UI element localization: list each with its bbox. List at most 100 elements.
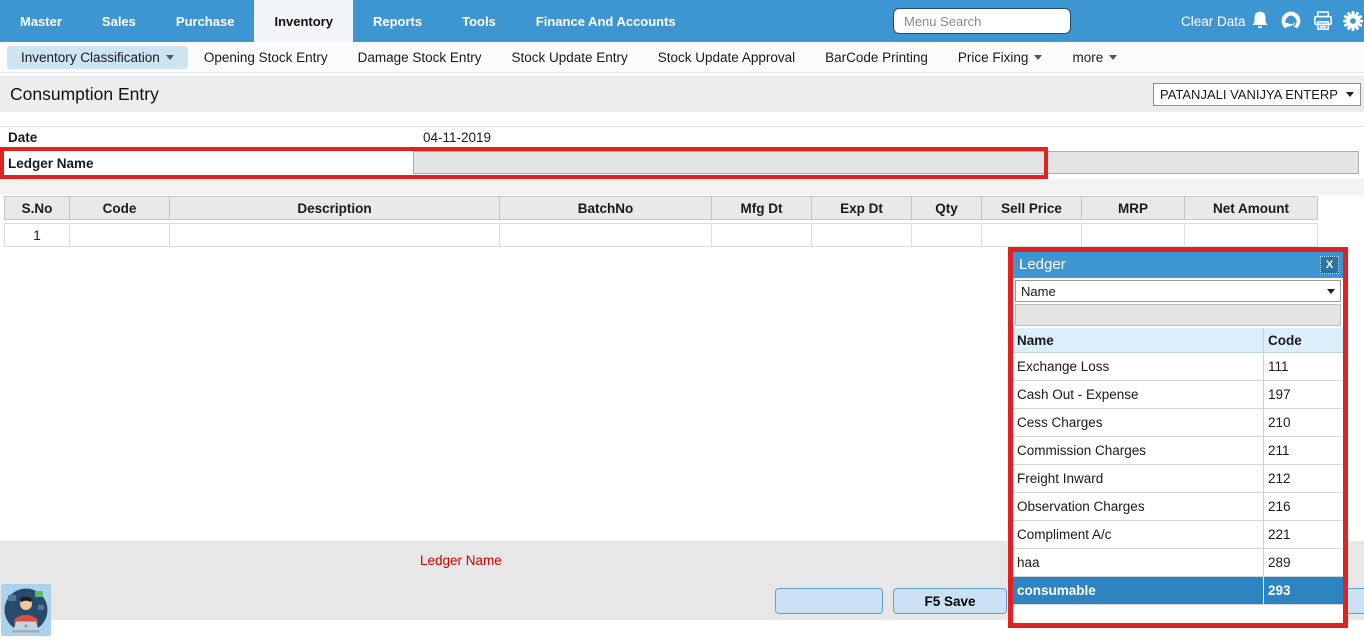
chevron-down-icon — [1346, 92, 1354, 97]
ledger-row-code: 212 — [1263, 465, 1343, 492]
ledger-row-code: 221 — [1263, 521, 1343, 548]
subnav-item-price-fixing[interactable]: Price Fixing — [944, 46, 1057, 69]
chevron-down-icon — [1034, 54, 1043, 60]
printer-icon[interactable] — [1312, 10, 1334, 32]
ledger-row-name: Cash Out - Expense — [1017, 387, 1139, 402]
company-selector-value: PATANJALI VANIJYA ENTERP — [1160, 87, 1338, 102]
column-header-sell-price: Sell Price — [982, 197, 1082, 219]
ledger-popup-title: Ledger — [1019, 256, 1066, 273]
bell-icon[interactable] — [1249, 10, 1271, 32]
menu-search-input[interactable] — [893, 8, 1071, 34]
cell-batchno-input[interactable] — [500, 223, 712, 247]
subnav-item-label: Stock Update Approval — [657, 49, 796, 65]
blank-action-button[interactable] — [775, 588, 883, 614]
ledger-filter-field-value: Name — [1021, 283, 1056, 299]
f5-save-button[interactable]: F5 Save — [893, 588, 1007, 614]
chevron-down-icon — [1327, 288, 1335, 294]
ledger-row-name: Exchange Loss — [1017, 359, 1110, 374]
ledger-table-header: Name Code — [1013, 328, 1343, 353]
consumption-entry-table: S.No Code Description BatchNo Mfg Dt Exp… — [4, 196, 1318, 247]
clear-data-button[interactable]: Clear Data — [1181, 0, 1246, 42]
ledger-selection-popup: Ledger X Name Name Code Exchange Loss 11… — [1008, 247, 1348, 628]
cell-code-input[interactable] — [70, 223, 170, 247]
ledger-search-input[interactable] — [1015, 304, 1341, 326]
ledger-column-name: Name — [1017, 332, 1054, 348]
close-icon[interactable]: X — [1320, 256, 1339, 274]
ledger-row-name: Cess Charges — [1017, 415, 1103, 430]
cell-mrp-input[interactable] — [1082, 223, 1185, 247]
form-divider-strip — [0, 179, 1364, 195]
top-navigation-bar: Master Sales Purchase Inventory Reports … — [0, 0, 1364, 42]
nav-item-sales[interactable]: Sales — [82, 0, 156, 42]
subnav-item-label: Stock Update Entry — [511, 49, 628, 65]
nav-item-purchase[interactable]: Purchase — [156, 0, 255, 42]
nav-item-reports[interactable]: Reports — [353, 0, 442, 42]
ledger-row-freight-inward[interactable]: Freight Inward 212 — [1013, 465, 1343, 493]
nav-item-tools[interactable]: Tools — [442, 0, 516, 42]
subnav-item-label: Inventory Classification — [21, 49, 160, 65]
subnav-item-more[interactable]: more — [1058, 46, 1131, 69]
ledger-row-code: 210 — [1263, 409, 1343, 436]
column-header-exp-dt: Exp Dt — [812, 197, 912, 219]
nav-item-inventory[interactable]: Inventory — [254, 0, 353, 42]
subnav-item-label: Damage Stock Entry — [357, 49, 482, 65]
cell-sno: 1 — [4, 223, 70, 247]
subnav-item-label: Price Fixing — [957, 49, 1029, 65]
ledger-name-hint-text: Ledger Name — [420, 553, 502, 568]
subnav-item-stock-update-entry[interactable]: Stock Update Entry — [497, 46, 641, 69]
subnav-item-opening-stock-entry[interactable]: Opening Stock Entry — [190, 46, 342, 69]
ledger-row-code: 197 — [1263, 381, 1343, 408]
cell-sell-price-input[interactable] — [982, 223, 1082, 247]
ledger-row-code: 216 — [1263, 493, 1343, 520]
subnav-item-inventory-classification[interactable]: Inventory Classification — [7, 45, 188, 69]
support-headset-icon[interactable] — [1280, 10, 1302, 32]
cell-mfg-dt-input[interactable] — [712, 223, 812, 247]
column-header-mrp: MRP — [1082, 197, 1185, 219]
ledger-row-exchange-loss[interactable]: Exchange Loss 111 — [1013, 353, 1343, 381]
entry-table-header: S.No Code Description BatchNo Mfg Dt Exp… — [4, 196, 1318, 220]
ledger-row-code: 293 — [1263, 577, 1343, 604]
ledger-row-compliment-ac[interactable]: Compliment A/c 221 — [1013, 521, 1343, 549]
column-header-sno: S.No — [4, 197, 70, 219]
ledger-row-cess-charges[interactable]: Cess Charges 210 — [1013, 409, 1343, 437]
ledger-row-commission-charges[interactable]: Commission Charges 211 — [1013, 437, 1343, 465]
subnav-item-damage-stock-entry[interactable]: Damage Stock Entry — [344, 46, 496, 69]
column-header-batchno: BatchNo — [500, 197, 712, 219]
chevron-down-icon — [165, 54, 174, 60]
ledger-row-observation-charges[interactable]: Observation Charges 216 — [1013, 493, 1343, 521]
ledger-row-name: haa — [1017, 555, 1040, 570]
column-header-mfg-dt: Mfg Dt — [712, 197, 812, 219]
chevron-down-icon — [1109, 54, 1118, 60]
column-header-code: Code — [70, 197, 170, 219]
subnav-item-barcode-printing[interactable]: BarCode Printing — [811, 46, 942, 69]
column-header-qty: Qty — [912, 197, 982, 219]
ledger-row-code: 289 — [1263, 549, 1343, 576]
subnav-item-stock-update-approval[interactable]: Stock Update Approval — [644, 46, 809, 69]
ledger-row-consumable-selected[interactable]: consumable 293 — [1013, 577, 1343, 605]
row-divider — [0, 126, 1364, 127]
cell-qty-input[interactable] — [912, 223, 982, 247]
column-header-description: Description — [170, 197, 500, 219]
date-field-value[interactable]: 04-11-2019 — [423, 130, 491, 145]
cell-description-input[interactable] — [170, 223, 500, 247]
ledger-filter-field-dropdown[interactable]: Name — [1015, 280, 1341, 302]
gear-icon[interactable] — [1342, 10, 1364, 32]
title-bar: Consumption Entry PATANJALI VANIJYA ENTE… — [0, 76, 1364, 112]
ledger-row-code: 111 — [1263, 353, 1343, 380]
ledger-name-input[interactable] — [413, 151, 1359, 174]
cell-exp-dt-input[interactable] — [812, 223, 912, 247]
date-label: Date — [8, 130, 38, 145]
ledger-row-cash-out-expense[interactable]: Cash Out - Expense 197 — [1013, 381, 1343, 409]
company-selector-dropdown[interactable]: PATANJALI VANIJYA ENTERP — [1153, 83, 1361, 106]
nav-item-master[interactable]: Master — [0, 0, 82, 42]
subnav-item-label: Opening Stock Entry — [203, 49, 328, 65]
support-avatar[interactable] — [1, 584, 51, 636]
ledger-column-code: Code — [1263, 328, 1343, 352]
ledger-row-name: consumable — [1017, 583, 1096, 598]
ledger-row-name: Compliment A/c — [1017, 527, 1112, 542]
ledger-row-haa[interactable]: haa 289 — [1013, 549, 1343, 577]
nav-item-finance-and-accounts[interactable]: Finance And Accounts — [516, 0, 696, 42]
ledger-row-name: Observation Charges — [1017, 499, 1145, 514]
ledger-name-label: Ledger Name — [8, 156, 94, 171]
cell-net-amount-input[interactable] — [1185, 223, 1318, 247]
